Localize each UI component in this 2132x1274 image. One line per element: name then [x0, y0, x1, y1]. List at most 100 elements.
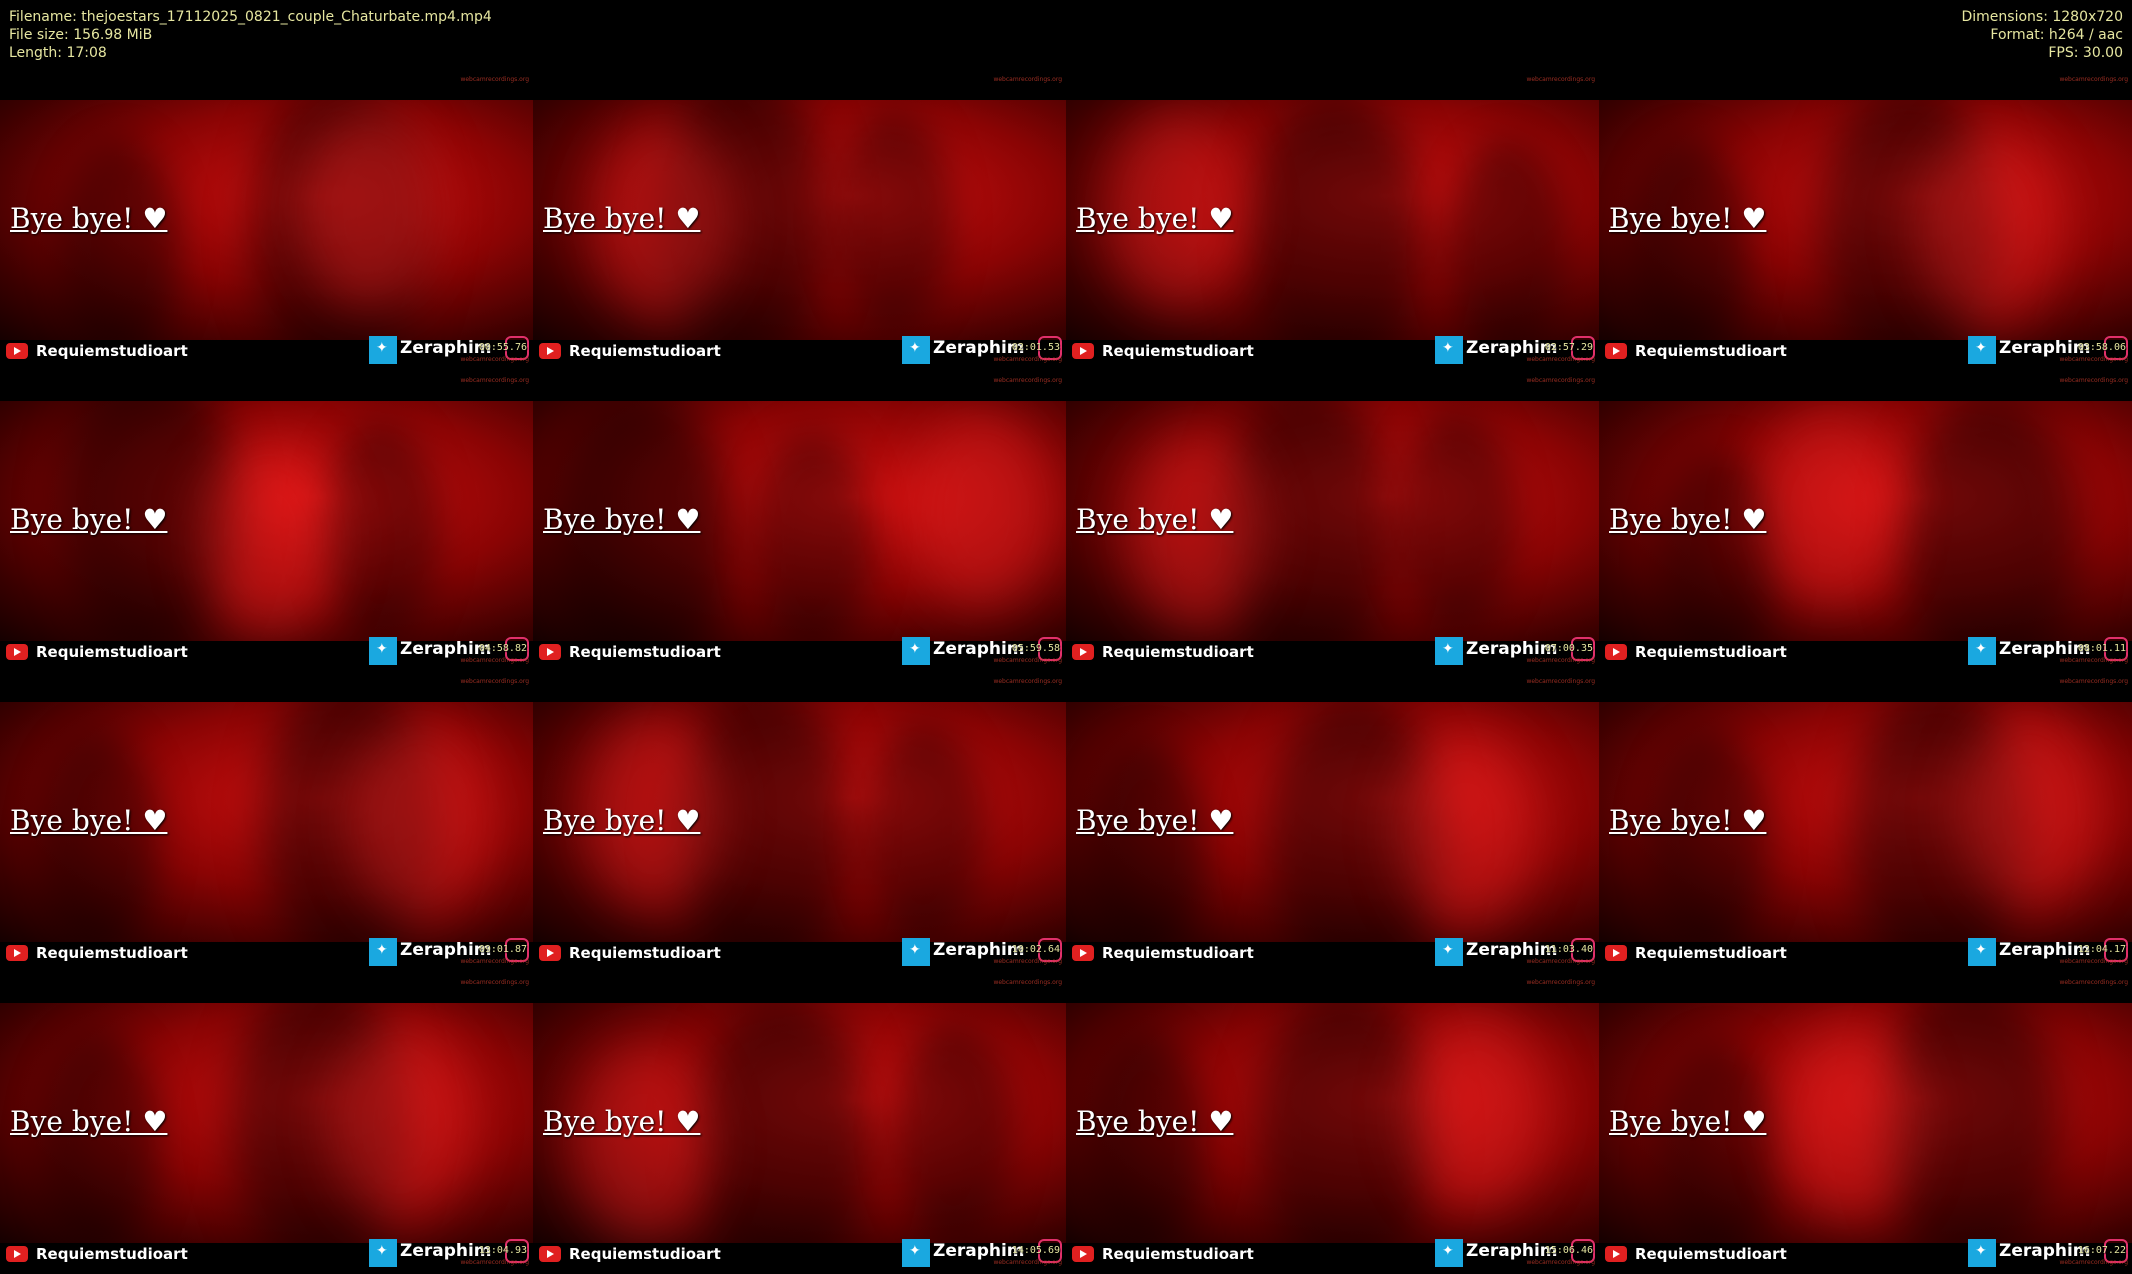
video-thumbnail[interactable]: Bye bye! ♥ webcamrecordings.org Requiems… — [1066, 973, 1599, 1274]
twitter-icon — [369, 637, 397, 665]
bye-caption: Bye bye! ♥ — [1609, 804, 1767, 837]
watermark-top: webcamrecordings.org — [1526, 377, 1595, 384]
bye-caption: Bye bye! ♥ — [1076, 503, 1234, 536]
bye-caption: Bye bye! ♥ — [1076, 804, 1234, 837]
bye-caption: Bye bye! ♥ — [1076, 1105, 1234, 1138]
frame-image: Bye bye! ♥ — [0, 100, 533, 340]
bye-caption: Bye bye! ♥ — [1609, 503, 1767, 536]
fps-label: FPS: 30.00 — [2048, 45, 2123, 61]
youtube-icon — [1605, 945, 1627, 961]
timestamp: 00:55.76 — [478, 342, 527, 353]
video-thumbnail[interactable]: Bye bye! ♥ webcamrecordings.org Requiems… — [1599, 70, 2132, 371]
channel-name: Requiemstudioart — [1635, 1245, 1787, 1263]
timestamp: 04:58.82 — [478, 643, 527, 654]
channel-name: Requiemstudioart — [569, 342, 721, 360]
twitter-icon — [1435, 637, 1463, 665]
twitter-icon — [1968, 1239, 1996, 1267]
channel-name: Requiemstudioart — [1102, 342, 1254, 360]
video-thumbnail[interactable]: Bye bye! ♥ webcamrecordings.org Requiems… — [533, 973, 1066, 1274]
video-thumbnail[interactable]: Bye bye! ♥ webcamrecordings.org Requiems… — [1599, 973, 2132, 1274]
youtube-icon — [539, 644, 561, 660]
video-thumbnail[interactable]: Bye bye! ♥ webcamrecordings.org Requiems… — [1066, 70, 1599, 371]
watermark-bottom: webcamrecordings.org — [460, 657, 529, 664]
social-bar: Requiemstudioart Zeraphim 09:01.87 — [0, 938, 533, 966]
bye-caption: Bye bye! ♥ — [10, 804, 168, 837]
timestamp: 07:00.35 — [1544, 643, 1593, 654]
twitter-icon — [902, 637, 930, 665]
video-thumbnail[interactable]: Bye bye! ♥ webcamrecordings.org Requiems… — [1599, 371, 2132, 672]
watermark-bottom: webcamrecordings.org — [993, 1259, 1062, 1266]
frame-image: Bye bye! ♥ — [0, 702, 533, 942]
twitter-icon — [1968, 938, 1996, 966]
twitter-icon — [1968, 336, 1996, 364]
channel-name: Requiemstudioart — [36, 944, 188, 962]
social-bar: Requiemstudioart Zeraphim 10:02.64 — [533, 938, 1066, 966]
youtube-icon — [1072, 644, 1094, 660]
social-handle: Zeraphim — [933, 940, 1025, 960]
channel-name: Requiemstudioart — [36, 342, 188, 360]
filename-label: Filename: thejoestars_17112025_0821_coup… — [9, 9, 492, 25]
social-handle: Zeraphim — [933, 639, 1025, 659]
frame-image: Bye bye! ♥ — [1599, 702, 2132, 942]
social-handle: Zeraphim — [1999, 1241, 2091, 1261]
channel-name: Requiemstudioart — [569, 643, 721, 661]
youtube-icon — [1072, 945, 1094, 961]
channel-name: Requiemstudioart — [569, 1245, 721, 1263]
bye-caption: Bye bye! ♥ — [10, 503, 168, 536]
timestamp: 15:06.46 — [1544, 1245, 1593, 1256]
frame-image: Bye bye! ♥ — [0, 1003, 533, 1243]
video-thumbnail[interactable]: Bye bye! ♥ webcamrecordings.org Requiems… — [0, 70, 533, 371]
twitter-icon — [1968, 637, 1996, 665]
watermark-top: webcamrecordings.org — [2059, 678, 2128, 685]
social-handle: Zeraphim — [400, 338, 492, 358]
video-thumbnail[interactable]: Bye bye! ♥ webcamrecordings.org Requiems… — [0, 672, 533, 973]
video-thumbnail[interactable]: Bye bye! ♥ webcamrecordings.org Requiems… — [1599, 672, 2132, 973]
video-thumbnail[interactable]: Bye bye! ♥ webcamrecordings.org Requiems… — [0, 371, 533, 672]
social-bar: Requiemstudioart Zeraphim 13:04.93 — [0, 1239, 533, 1267]
social-bar: Requiemstudioart Zeraphim 02:01.53 — [533, 336, 1066, 364]
dimensions-label: Dimensions: 1280x720 — [1961, 9, 2123, 25]
timestamp: 05:59.58 — [1011, 643, 1060, 654]
youtube-icon — [6, 1246, 28, 1262]
youtube-icon — [1605, 644, 1627, 660]
youtube-icon — [1072, 1246, 1094, 1262]
watermark-bottom: webcamrecordings.org — [1526, 1259, 1595, 1266]
video-thumbnail[interactable]: Bye bye! ♥ webcamrecordings.org Requiems… — [533, 672, 1066, 973]
timestamp: 11:03.40 — [1544, 944, 1593, 955]
social-handle: Zeraphim — [1466, 1241, 1558, 1261]
bye-caption: Bye bye! ♥ — [10, 202, 168, 235]
bye-caption: Bye bye! ♥ — [543, 202, 701, 235]
social-bar: Requiemstudioart Zeraphim 11:03.40 — [1066, 938, 1599, 966]
timestamp: 16:07.22 — [2077, 1245, 2126, 1256]
format-label: Format: h264 / aac — [1990, 27, 2123, 43]
timestamp: 14:05.69 — [1011, 1245, 1060, 1256]
watermark-bottom: webcamrecordings.org — [2059, 1259, 2128, 1266]
thumbnail-grid: Bye bye! ♥ webcamrecordings.org Requiems… — [0, 70, 2132, 1274]
watermark-top: webcamrecordings.org — [993, 678, 1062, 685]
watermark-top: webcamrecordings.org — [460, 678, 529, 685]
social-handle: Zeraphim — [933, 338, 1025, 358]
watermark-top: webcamrecordings.org — [993, 377, 1062, 384]
timestamp: 03:58.06 — [2077, 342, 2126, 353]
frame-image: Bye bye! ♥ — [533, 100, 1066, 340]
frame-image: Bye bye! ♥ — [533, 401, 1066, 641]
youtube-icon — [539, 1246, 561, 1262]
video-thumbnail[interactable]: Bye bye! ♥ webcamrecordings.org Requiems… — [533, 70, 1066, 371]
social-bar: Requiemstudioart Zeraphim 15:06.46 — [1066, 1239, 1599, 1267]
timestamp: 02:01.53 — [1011, 342, 1060, 353]
frame-image: Bye bye! ♥ — [533, 702, 1066, 942]
twitter-icon — [902, 938, 930, 966]
video-thumbnail[interactable]: Bye bye! ♥ webcamrecordings.org Requiems… — [1066, 371, 1599, 672]
twitter-icon — [369, 1239, 397, 1267]
watermark-top: webcamrecordings.org — [2059, 76, 2128, 83]
youtube-icon — [6, 644, 28, 660]
social-handle: Zeraphim — [1999, 338, 2091, 358]
length-label: Length: 17:08 — [9, 45, 107, 61]
video-thumbnail[interactable]: Bye bye! ♥ webcamrecordings.org Requiems… — [1066, 672, 1599, 973]
frame-image: Bye bye! ♥ — [1599, 401, 2132, 641]
bye-caption: Bye bye! ♥ — [543, 804, 701, 837]
youtube-icon — [539, 343, 561, 359]
video-thumbnail[interactable]: Bye bye! ♥ webcamrecordings.org Requiems… — [0, 973, 533, 1274]
video-info: Dimensions: 1280x720 Format: h264 / aac … — [1961, 8, 2123, 62]
video-thumbnail[interactable]: Bye bye! ♥ webcamrecordings.org Requiems… — [533, 371, 1066, 672]
